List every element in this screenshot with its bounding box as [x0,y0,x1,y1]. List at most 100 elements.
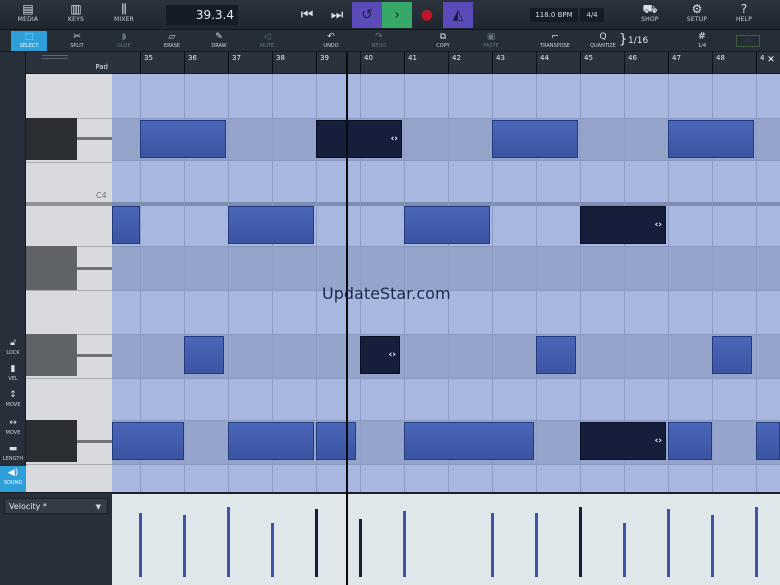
undo-button[interactable]: ↶ UNDO [316,31,346,51]
move-horizontal-button[interactable]: ↔ MOVE [0,416,26,442]
lock-button[interactable]: 🔓︎ LOCK [0,336,26,362]
sound-button[interactable]: ◀) SOUND [0,466,26,492]
midi-note[interactable] [228,422,314,460]
erase-tool[interactable]: ▱ ERASE [157,31,187,51]
tempo-display[interactable]: 118.0 BPM [530,8,578,22]
song-position-display[interactable]: 39.3.4 [166,5,238,25]
select-tool[interactable]: ⬚ SELECT [11,31,47,51]
midi-note-selected[interactable]: ‹› [316,120,402,158]
grid-button[interactable]: # 1/4 [688,31,716,51]
redo-button[interactable]: ↷ REDO [364,31,394,51]
metronome-button[interactable]: ◭ [443,2,473,28]
close-icon[interactable]: ✕ [764,54,778,66]
velocity-bar[interactable] [491,513,494,577]
midi-note[interactable] [316,422,356,460]
speaker-icon: ◀) [7,468,19,478]
bar-number: 45 [580,52,593,74]
midi-note[interactable] [712,336,752,374]
velocity-bar[interactable] [139,513,142,577]
glue-tool[interactable]: ◗ GLUE [109,31,139,51]
resize-handle-icon[interactable]: ‹› [655,220,662,230]
midi-note-selected[interactable]: ‹› [360,336,400,374]
draw-tool[interactable]: ✎ DRAW [204,31,234,51]
setup-button[interactable]: ⚙ SETUP [677,2,717,28]
velocity-bar[interactable] [403,511,406,577]
media-button[interactable]: ▤ MEDIA [8,2,48,28]
row-line [112,464,780,465]
collapse-panel-button[interactable]: ▭ [736,35,760,47]
help-button[interactable]: ? HELP [724,2,764,28]
midi-note[interactable] [112,422,184,460]
resize-handle-icon[interactable]: ‹› [391,134,398,144]
black-pad-key[interactable] [26,420,77,462]
mute-tool[interactable]: ◁ MUTE [252,31,282,51]
copy-button[interactable]: ⧉ COPY [428,31,458,51]
midi-note[interactable] [404,206,490,244]
play-button[interactable]: › [382,2,412,28]
velocity-lane[interactable] [112,492,780,585]
resize-grip-icon[interactable] [42,55,68,59]
mixer-button[interactable]: ⫼ MIXER [104,2,144,28]
transpose-tool[interactable]: ⌐ TRANSPOSE [537,31,573,51]
midi-note[interactable] [668,422,712,460]
black-pad-key[interactable] [26,246,77,290]
timeline-ruler[interactable]: 35 36 37 38 39 40 41 42 43 44 45 46 47 4… [112,52,780,74]
piano-roll-grid[interactable]: ‹› ‹› ‹› ‹› [112,74,780,492]
app-window: ▤ MEDIA ▥ KEYS ⫼ MIXER 39.3.4 ⏮ ⏭ ↺ › ● … [0,0,780,585]
rewind-button[interactable]: ⏮ [292,2,322,28]
midi-note[interactable] [536,336,576,374]
velocity-bar[interactable] [579,507,582,577]
lane-selector[interactable]: Velocity * ▼ [4,498,108,514]
velocity-bar[interactable] [271,523,274,577]
quantize-tool[interactable]: Q QUANTIZE [586,31,620,51]
velocity-header: Velocity * ▼ [0,492,112,585]
lock-icon: 🔓︎ [10,338,16,348]
midi-note[interactable] [140,120,226,158]
velocity-bar[interactable] [755,507,758,577]
row-line [112,378,780,379]
quantize-value[interactable]: 1/16 [628,34,648,48]
black-pad-key[interactable] [26,118,77,160]
keys-button[interactable]: ▥ KEYS [56,2,96,28]
midi-note[interactable] [228,206,314,244]
velocity-bar[interactable] [667,509,670,577]
midi-note[interactable] [756,422,780,460]
midi-note-selected[interactable]: ‹› [580,206,666,244]
midi-note[interactable] [492,120,578,158]
velocity-bar[interactable] [359,519,362,577]
bar-number: 37 [228,52,241,74]
resize-handle-icon[interactable]: ‹› [389,350,396,360]
record-button[interactable]: ● [414,2,440,28]
paste-button[interactable]: ▣ PASTE [476,31,506,51]
velocity-bar[interactable] [711,515,714,577]
midi-note[interactable] [112,206,140,244]
velocity-bar[interactable] [315,509,318,577]
velocity-bar[interactable] [227,507,230,577]
midi-note[interactable] [668,120,754,158]
velocity-bar[interactable] [623,523,626,577]
playhead[interactable] [346,52,348,585]
velocity-bar[interactable] [183,515,186,577]
drum-pad-keyboard[interactable]: C4 [26,74,112,492]
loop-button[interactable]: ↺ [352,2,382,28]
midi-note-selected[interactable]: ‹› [580,422,666,460]
split-tool[interactable]: ✂ SPLIT [62,31,92,51]
copy-icon: ⧉ [439,32,447,42]
pad-header: Pad [26,52,112,74]
length-button[interactable]: ▬ LENGTH [0,442,26,468]
quantize-icon: Q [599,32,607,42]
velocity-view-button[interactable]: ▮ VEL [0,362,26,388]
move-vertical-button[interactable]: ↕ MOVE [0,388,26,414]
resize-handle-icon[interactable]: ‹› [655,436,662,446]
time-signature-display[interactable]: 4/4 [580,8,604,22]
bar-number: 44 [536,52,549,74]
black-pad-key[interactable] [26,334,77,376]
forward-button[interactable]: ⏭ [322,2,352,28]
c4-label: C4 [96,191,107,200]
bar-number: 36 [184,52,197,74]
midi-note[interactable] [184,336,224,374]
velocity-bar[interactable] [535,513,538,577]
midi-note[interactable] [404,422,534,460]
shop-button[interactable]: ⛟ SHOP [630,2,670,28]
bar-number: 35 [140,52,153,74]
